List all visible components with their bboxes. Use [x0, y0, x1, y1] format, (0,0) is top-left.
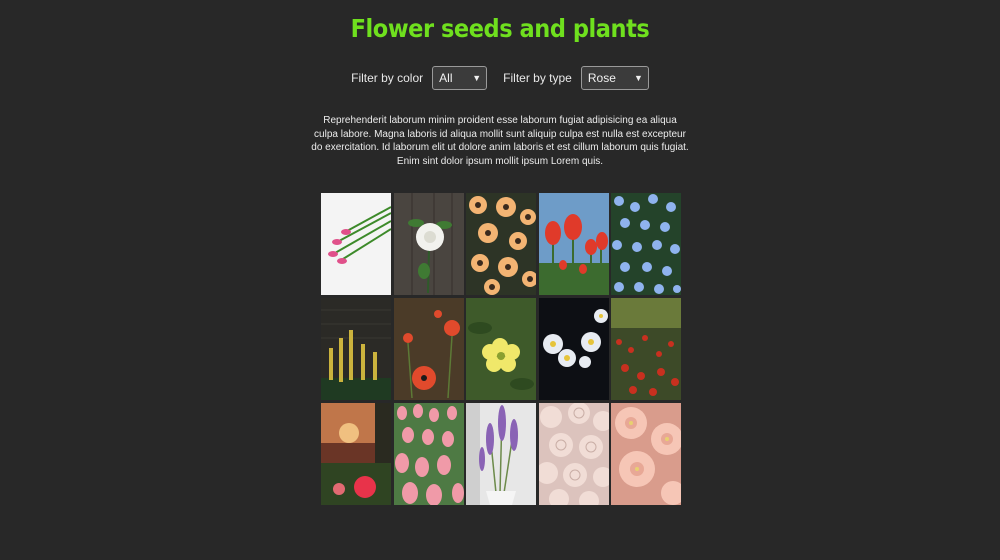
- gallery-photo-white-daisies[interactable]: [538, 298, 609, 400]
- chevron-down-icon: ▼: [633, 73, 643, 83]
- gallery-photo-tulips[interactable]: [321, 193, 391, 295]
- page: Flower seeds and plants Filter by color …: [0, 0, 1000, 560]
- gallery-photo-blue-flowers[interactable]: [611, 193, 681, 295]
- color-filter-label: Filter by color: [351, 71, 424, 85]
- gallery-photo-pale-roses[interactable]: [538, 403, 609, 505]
- color-filter-select[interactable]: All ▼: [432, 66, 488, 90]
- gallery-photo-red-poppies[interactable]: [393, 298, 464, 400]
- color-filter-value: All: [439, 71, 453, 85]
- chevron-down-icon: ▼: [472, 73, 482, 83]
- photo-gallery: [321, 193, 681, 505]
- gallery-photo-lavender[interactable]: [466, 403, 536, 505]
- gallery-photo-peonies[interactable]: [611, 403, 681, 505]
- type-filter-value: Rose: [587, 71, 616, 85]
- gallery-photo-poppy-meadow[interactable]: [611, 298, 681, 400]
- gallery-photo-white-rose[interactable]: [393, 193, 464, 295]
- gallery-photo-red-tulips[interactable]: [538, 193, 609, 295]
- gallery-photo-pink-tulips[interactable]: [393, 403, 464, 505]
- type-filter-label: Filter by type: [503, 71, 572, 85]
- description-text: Reprehenderit laborum minim proident ess…: [311, 115, 689, 167]
- gallery-photo-orange-daisies[interactable]: [466, 193, 536, 295]
- gallery-photo-yellow-primrose[interactable]: [466, 298, 536, 400]
- page-title: Flower seeds and plants: [350, 14, 650, 43]
- type-filter-select[interactable]: Rose ▼: [580, 66, 649, 90]
- gallery-photo-sunset-rose[interactable]: [321, 403, 391, 505]
- gallery-photo-yellow-stone-wall[interactable]: [321, 298, 391, 400]
- filter-bar: Filter by color All ▼ Filter by type Ros…: [0, 66, 1000, 90]
